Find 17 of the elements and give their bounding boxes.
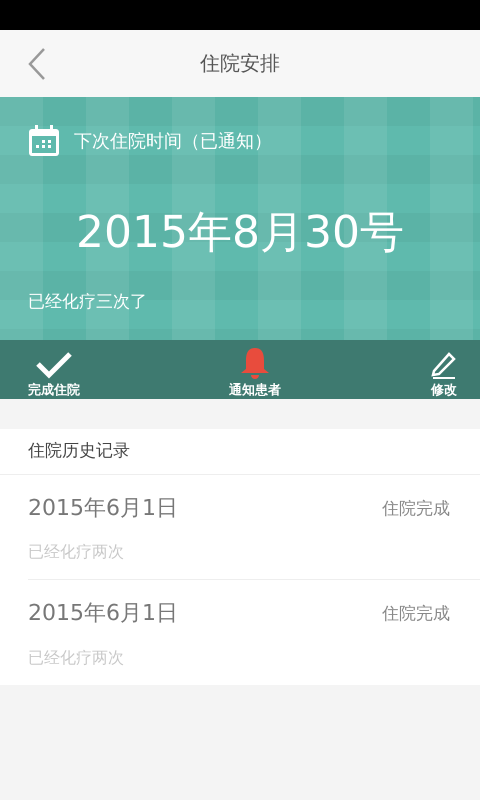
next-admission-date: 2015年8月30号 <box>75 206 405 260</box>
action-button[interactable]: 通知患者 <box>225 340 285 399</box>
record-date: 2015年6月1日 <box>28 495 178 523</box>
action-button[interactable]: 完成住院 <box>24 340 84 399</box>
next-admission-label: 下次住院时间（已通知） <box>74 130 272 153</box>
action-button[interactable]: 修改 <box>426 340 462 399</box>
page-title: 住院安排 <box>200 50 280 77</box>
record-status: 住院完成 <box>382 498 450 520</box>
checkmark-icon <box>35 351 73 379</box>
pencil-icon <box>430 351 458 379</box>
bell-icon <box>239 347 271 379</box>
calendar-icon <box>28 125 60 157</box>
section-title: 住院历史记录 <box>0 429 480 475</box>
back-icon[interactable] <box>28 47 46 81</box>
chemo-count-text: 已经化疗三次了 <box>28 291 148 313</box>
record-status: 住院完成 <box>382 602 450 624</box>
record-date: 2015年6月1日 <box>28 600 178 628</box>
